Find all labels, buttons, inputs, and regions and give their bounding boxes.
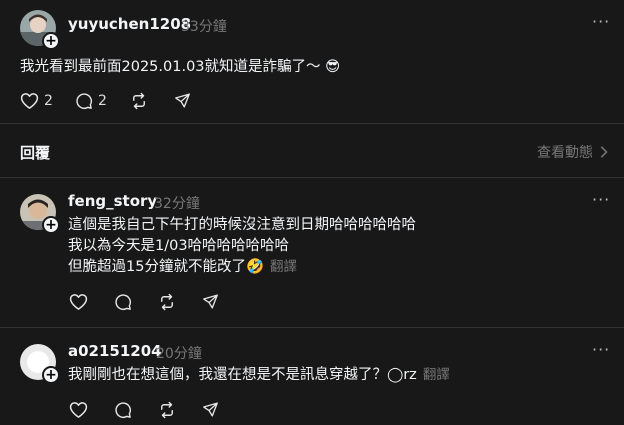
repost-button[interactable] [158, 401, 176, 419]
comment-count: 2 [98, 93, 107, 109]
repost-icon [161, 293, 173, 311]
comment-icon [115, 402, 132, 419]
reply-text-line: 這個是我自己下午打的時候沒注意到日期哈哈哈哈哈哈 [68, 217, 416, 233]
more-icon[interactable]: ··· [592, 340, 610, 359]
divider [0, 327, 624, 328]
repost-icon [161, 401, 173, 419]
divider [0, 123, 624, 124]
comment-icon [115, 294, 132, 311]
share-button[interactable] [202, 293, 219, 310]
follow-plus-icon[interactable]: + [42, 366, 60, 384]
reply-avatar[interactable]: + [20, 344, 60, 384]
reply-username[interactable]: feng_story [68, 192, 157, 210]
comment-button[interactable] [114, 401, 132, 419]
reply-text: 但脆超過15分鐘就不能改了🤣 [68, 259, 265, 275]
reply-timestamp: 20分鐘 [156, 346, 202, 362]
send-icon [175, 93, 190, 108]
translate-link[interactable]: 翻譯 [423, 367, 450, 383]
heart-icon [20, 93, 39, 109]
reply-text-line: 但脆超過15分鐘就不能改了🤣 翻譯 [68, 257, 297, 278]
repost-button[interactable] [158, 293, 176, 311]
repost-icon [133, 92, 145, 110]
share-button[interactable] [202, 401, 219, 418]
reply-username[interactable]: a02151204 [68, 342, 162, 360]
repost-button[interactable] [130, 92, 148, 110]
reply-avatar[interactable]: + [20, 194, 60, 234]
send-icon [203, 294, 218, 309]
view-activity-label: 查看動態 [537, 145, 593, 161]
reply-text-line: 我以為今天是1/03哈哈哈哈哈哈哈 [68, 238, 290, 254]
chevron-right-icon [600, 146, 608, 158]
comment-button[interactable]: 2 [75, 92, 107, 110]
reply-timestamp: 32分鐘 [154, 196, 200, 212]
like-button[interactable] [69, 293, 88, 311]
reply-text-line: 我剛剛也在想這個，我還在想是不是訊息穿越了？◯rz 翻譯 [68, 365, 450, 386]
reply-text: 我剛剛也在想這個，我還在想是不是訊息穿越了？◯rz [68, 367, 417, 383]
share-button[interactable] [174, 92, 191, 109]
replies-title: 回覆 [20, 144, 51, 162]
follow-plus-icon[interactable]: + [42, 32, 60, 50]
main-post-avatar[interactable]: + [20, 10, 60, 50]
main-post-username[interactable]: yuyuchen1208 [68, 15, 191, 33]
heart-icon [69, 402, 88, 418]
like-button[interactable]: 2 [20, 92, 53, 110]
main-post-text: 我光看到最前面2025.01.03就知道是詐騙了～ 😎 [20, 59, 341, 75]
view-activity-link[interactable]: 查看動態 [537, 142, 608, 162]
translate-link[interactable]: 翻譯 [270, 259, 297, 275]
heart-icon [69, 294, 88, 310]
more-icon[interactable]: ··· [592, 12, 610, 31]
like-count: 2 [44, 93, 53, 109]
comment-icon [76, 93, 93, 110]
follow-plus-icon[interactable]: + [42, 216, 60, 234]
send-icon [203, 402, 218, 417]
like-button[interactable] [69, 401, 88, 419]
divider [0, 177, 624, 178]
main-post-timestamp: 33分鐘 [181, 19, 227, 35]
comment-button[interactable] [114, 293, 132, 311]
more-icon[interactable]: ··· [592, 190, 610, 209]
